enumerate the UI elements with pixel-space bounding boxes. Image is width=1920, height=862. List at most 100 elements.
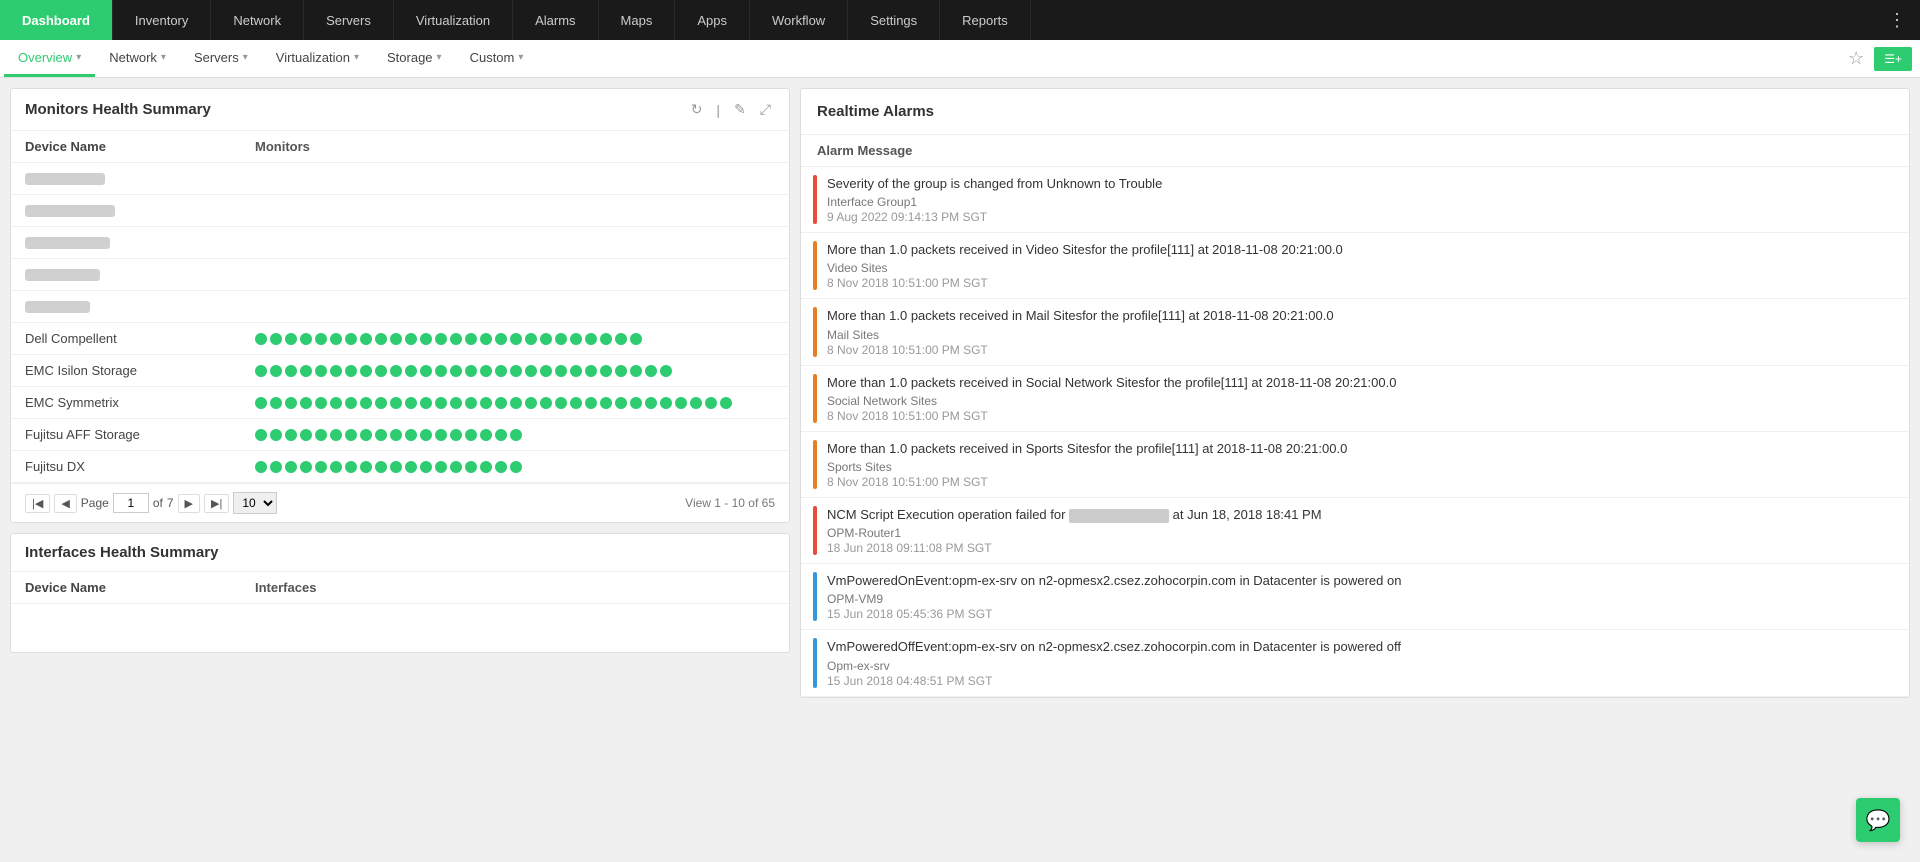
alarm-list-item[interactable]: Severity of the group is changed from Un… xyxy=(801,167,1909,233)
device-name-cell: Fujitsu DX xyxy=(25,459,255,474)
alarm-list-item[interactable]: More than 1.0 packets received in Video … xyxy=(801,233,1909,299)
subnav-storage[interactable]: Storage ▾ xyxy=(373,40,456,77)
monitor-status-dot xyxy=(465,365,477,377)
nav-dashboard[interactable]: Dashboard xyxy=(0,0,113,40)
alarm-list-item[interactable]: More than 1.0 packets received in Social… xyxy=(801,366,1909,432)
alarm-source: Social Network Sites xyxy=(827,394,1893,408)
monitor-status-dot xyxy=(465,333,477,345)
monitor-status-dot xyxy=(330,365,342,377)
monitor-status-dot xyxy=(345,333,357,345)
alarm-timestamp: 18 Jun 2018 09:11:08 PM SGT xyxy=(827,541,1893,555)
table-row: EMC Isilon Storage xyxy=(11,355,789,387)
nav-more-icon[interactable]: ⋮ xyxy=(1874,0,1920,40)
refresh-icon[interactable]: ↻ xyxy=(687,99,707,120)
monitor-status-dot xyxy=(585,365,597,377)
alarm-timestamp: 8 Nov 2018 10:51:00 PM SGT xyxy=(827,409,1893,423)
last-page-button[interactable]: ▶| xyxy=(204,494,229,513)
subnav-servers-label: Servers xyxy=(194,50,239,65)
alarm-severity-indicator xyxy=(813,572,817,621)
monitor-status-dot xyxy=(645,365,657,377)
alarm-list-item[interactable]: VmPoweredOffEvent:opm-ex-srv on n2-opmes… xyxy=(801,630,1909,696)
alarm-message-text: More than 1.0 packets received in Social… xyxy=(827,374,1893,392)
first-page-button[interactable]: |◀ xyxy=(25,494,50,513)
edit-icon[interactable]: ✎ xyxy=(730,99,750,120)
monitor-status-dot xyxy=(480,333,492,345)
monitor-status-dot xyxy=(495,429,507,441)
nav-workflow[interactable]: Workflow xyxy=(750,0,848,40)
alarm-timestamp: 8 Nov 2018 10:51:00 PM SGT xyxy=(827,475,1893,489)
monitor-status-dot xyxy=(525,397,537,409)
device-name-cell: EMC Isilon Storage xyxy=(25,363,255,378)
alarm-list-item[interactable]: NCM Script Execution operation failed fo… xyxy=(801,498,1909,564)
monitors-widget-title: Monitors Health Summary xyxy=(25,101,679,118)
nav-apps[interactable]: Apps xyxy=(675,0,750,40)
alarm-message-text: More than 1.0 packets received in Sports… xyxy=(827,440,1893,458)
alarm-list-item[interactable]: More than 1.0 packets received in Mail S… xyxy=(801,299,1909,365)
nav-alarms[interactable]: Alarms xyxy=(513,0,598,40)
monitor-status-dot xyxy=(405,461,417,473)
monitor-status-dot xyxy=(630,397,642,409)
monitor-status-dot xyxy=(450,333,462,345)
alarms-column-header: Alarm Message xyxy=(801,135,1909,167)
monitor-status-dot xyxy=(630,333,642,345)
monitor-status-dot xyxy=(420,365,432,377)
chat-button[interactable]: 💬 xyxy=(1856,798,1900,842)
monitor-status-dot xyxy=(420,397,432,409)
chevron-down-icon: ▾ xyxy=(76,52,81,63)
nav-inventory[interactable]: Inventory xyxy=(113,0,211,40)
subnav-storage-label: Storage xyxy=(387,50,433,65)
page-input[interactable] xyxy=(113,493,149,513)
alarm-list-item[interactable]: More than 1.0 packets received in Sports… xyxy=(801,432,1909,498)
alarm-content: Severity of the group is changed from Un… xyxy=(827,175,1893,224)
monitor-status-dot xyxy=(435,365,447,377)
monitor-status-dot xyxy=(540,397,552,409)
subnav-overview[interactable]: Overview ▾ xyxy=(4,40,95,77)
monitors-table-header: Device Name Monitors xyxy=(11,131,789,163)
per-page-select[interactable]: 10 25 50 xyxy=(233,492,277,514)
monitor-status-dot xyxy=(420,333,432,345)
add-widget-button[interactable]: ☰+ xyxy=(1874,47,1912,71)
left-panel: Monitors Health Summary ↻ | ✎ ⤢ Device N… xyxy=(10,88,790,698)
monitors-dots-cell xyxy=(255,461,775,473)
monitor-status-dot xyxy=(555,397,567,409)
monitor-status-dot xyxy=(570,397,582,409)
monitor-status-dot xyxy=(390,461,402,473)
nav-maps[interactable]: Maps xyxy=(599,0,676,40)
nav-virtualization[interactable]: Virtualization xyxy=(394,0,513,40)
nav-network[interactable]: Network xyxy=(211,0,304,40)
alarm-message-text: NCM Script Execution operation failed fo… xyxy=(827,506,1893,524)
monitor-status-dot xyxy=(255,429,267,441)
monitor-status-dot xyxy=(480,429,492,441)
monitor-status-dot xyxy=(675,397,687,409)
nav-reports[interactable]: Reports xyxy=(940,0,1031,40)
monitor-status-dot xyxy=(495,333,507,345)
monitor-status-dot xyxy=(360,397,372,409)
monitors-dots-cell xyxy=(255,365,775,377)
alarm-list-item[interactable]: VmPoweredOnEvent:opm-ex-srv on n2-opmesx… xyxy=(801,564,1909,630)
monitor-status-dot xyxy=(255,333,267,345)
monitor-status-dot xyxy=(435,461,447,473)
monitor-status-dot xyxy=(360,429,372,441)
alarms-widget-title: Realtime Alarms xyxy=(817,103,934,120)
prev-page-button[interactable]: ◀ xyxy=(54,494,76,513)
device-name-column-header: Device Name xyxy=(25,139,255,154)
expand-icon[interactable]: ⤢ xyxy=(756,99,775,120)
interfaces-table-header: Device Name Interfaces xyxy=(11,572,789,604)
nav-settings[interactable]: Settings xyxy=(848,0,940,40)
monitor-status-dot xyxy=(510,461,522,473)
subnav-custom[interactable]: Custom ▾ xyxy=(456,40,538,77)
chevron-down-icon: ▾ xyxy=(161,52,166,63)
subnav-servers[interactable]: Servers ▾ xyxy=(180,40,262,77)
nav-servers[interactable]: Servers xyxy=(304,0,394,40)
device-name-cell: Dell Compellent xyxy=(25,331,255,346)
device-name-column-header: Device Name xyxy=(25,580,255,595)
next-page-button[interactable]: ▶ xyxy=(178,494,200,513)
monitor-status-dot xyxy=(330,333,342,345)
monitor-status-dot xyxy=(450,365,462,377)
chevron-down-icon: ▾ xyxy=(437,52,442,63)
subnav-network[interactable]: Network ▾ xyxy=(95,40,180,77)
favorite-star-icon[interactable]: ☆ xyxy=(1842,48,1870,69)
monitor-status-dot xyxy=(615,333,627,345)
subnav-virtualization[interactable]: Virtualization ▾ xyxy=(262,40,373,77)
monitor-status-dot xyxy=(270,365,282,377)
